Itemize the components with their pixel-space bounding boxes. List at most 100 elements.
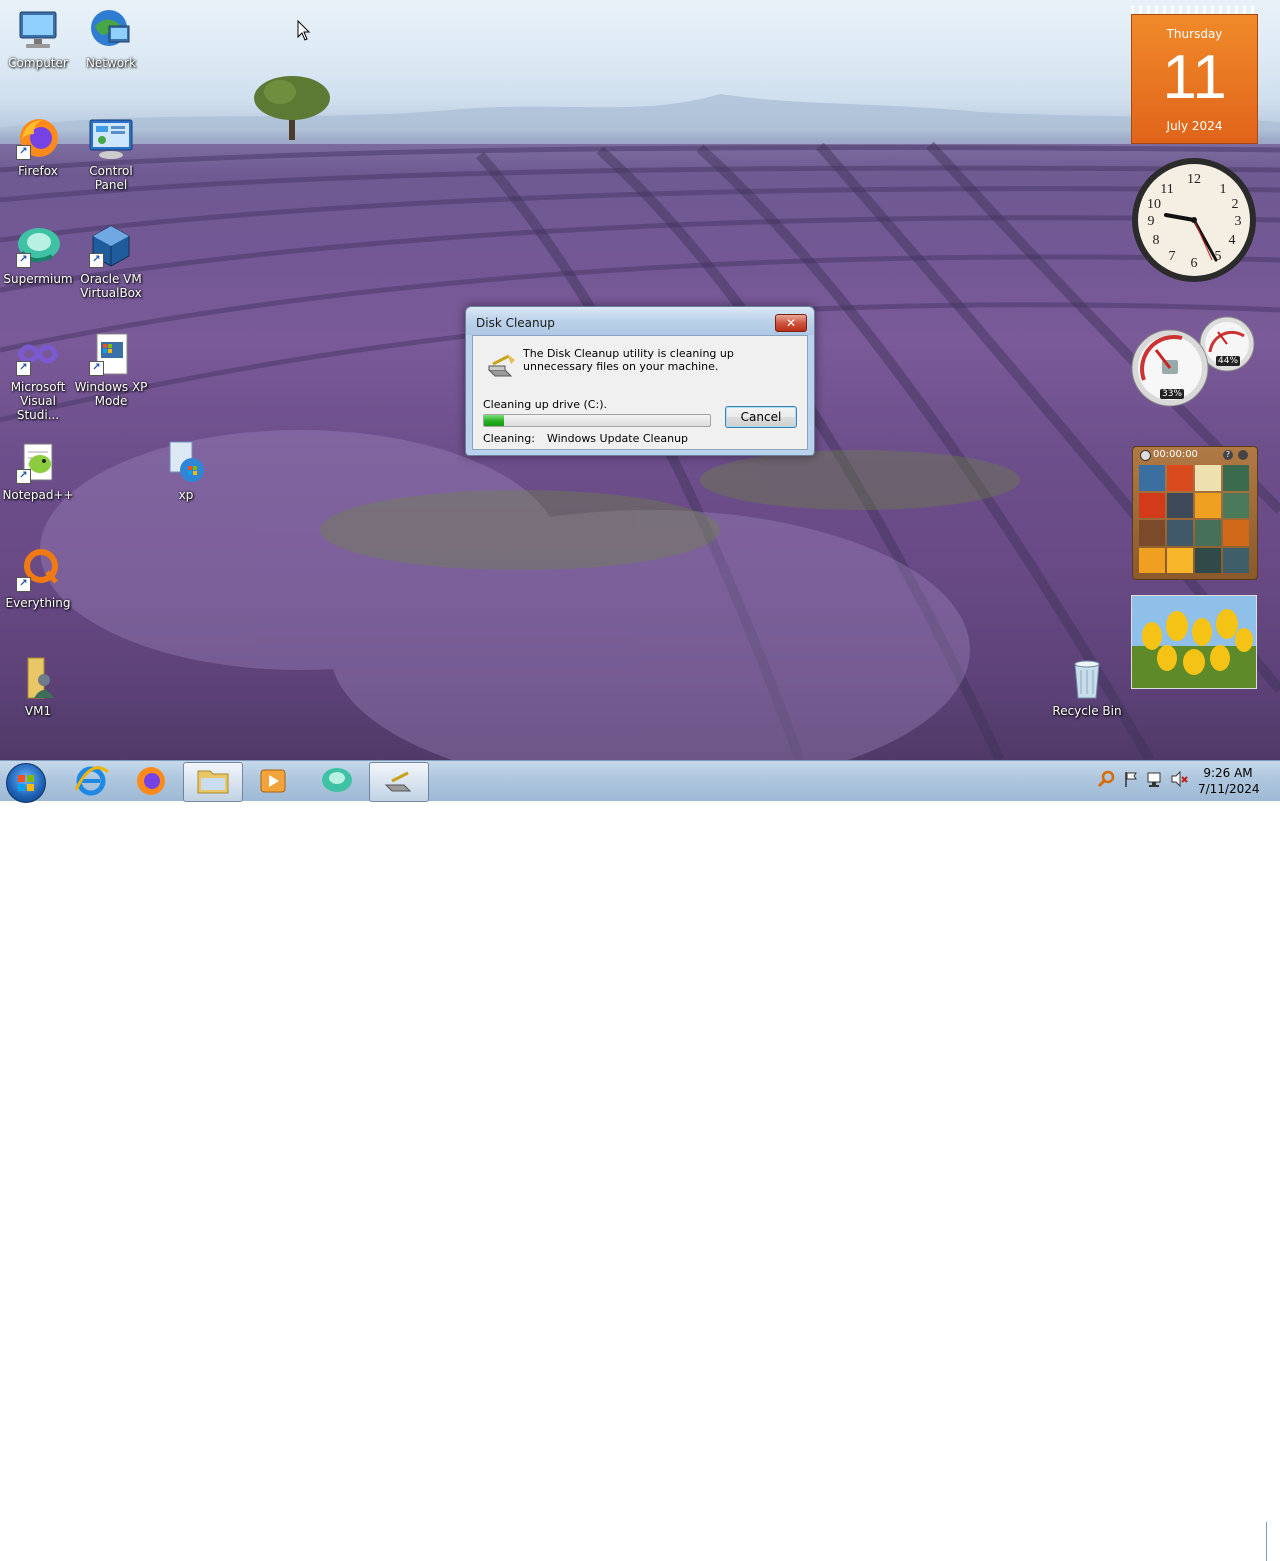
progress-fill xyxy=(484,415,505,426)
action-center-flag-icon[interactable] xyxy=(1121,769,1141,789)
svg-text:2: 2 xyxy=(1232,197,1239,212)
desktop-icon-label: xp xyxy=(178,488,194,502)
taskbar-clock-date[interactable]: 7/11/2024 xyxy=(1198,782,1260,796)
desktop-icon-label: Control Panel xyxy=(89,164,133,192)
desktop-icon-label: Network xyxy=(85,56,137,70)
shortcut-arrow-icon: ↗ xyxy=(16,577,31,592)
desktop-icon-control-panel[interactable]: Control Panel xyxy=(73,114,149,192)
svg-text:1: 1 xyxy=(1220,182,1227,197)
cancel-button[interactable]: Cancel xyxy=(725,406,797,428)
svg-text:6: 6 xyxy=(1191,256,1198,271)
taskbar-internet-explorer[interactable] xyxy=(62,762,120,800)
cpu-meter-gadget[interactable]: 33% 44% xyxy=(1130,316,1258,408)
show-desktop-button[interactable] xyxy=(1266,1522,1280,1561)
puzzle-help-icon[interactable]: ? xyxy=(1223,450,1233,460)
computer-icon xyxy=(14,6,62,54)
svg-text:8: 8 xyxy=(1153,233,1160,248)
mouse-cursor-icon xyxy=(297,20,311,41)
taskbar[interactable] xyxy=(0,760,1280,1561)
svg-text:3: 3 xyxy=(1235,214,1242,229)
desktop-icon-label: Firefox xyxy=(18,164,58,178)
windows-logo-icon xyxy=(18,775,34,791)
desktop-icon-visual-studio[interactable]: ↗ Microsoft Visual Studi... xyxy=(0,330,76,422)
cleanup-progress-bar xyxy=(483,414,711,427)
cpu-usage-label: 33% xyxy=(1160,389,1185,399)
recycle-bin-icon xyxy=(1063,654,1111,702)
search-tray-icon[interactable] xyxy=(1097,769,1117,789)
desktop-icon-vm1[interactable]: VM1 xyxy=(0,654,76,718)
taskbar-file-explorer[interactable] xyxy=(183,762,243,802)
xp-vm-icon xyxy=(162,438,210,486)
taskbar-firefox[interactable] xyxy=(122,762,180,800)
notepadpp-icon: ↗ xyxy=(14,438,62,486)
desktop-icon-notepadpp[interactable]: ↗ Notepad++ xyxy=(0,438,76,502)
dialog-titlebar[interactable]: Disk Cleanup ✕ xyxy=(466,307,814,335)
disk-cleanup-icon xyxy=(487,354,515,377)
folder-icon xyxy=(197,770,229,794)
everything-icon: ↗ xyxy=(14,546,62,594)
visual-studio-icon: ↗ xyxy=(14,330,62,378)
desktop-icon-label: Notepad++ xyxy=(2,488,74,502)
desktop-icon-network[interactable]: Network xyxy=(73,6,149,70)
folder-user-icon xyxy=(14,654,62,702)
supermium-icon: ↗ xyxy=(14,222,62,270)
svg-text:7: 7 xyxy=(1169,249,1176,264)
firefox-icon xyxy=(137,767,165,795)
desktop-icon-label: Everything xyxy=(5,596,71,610)
shortcut-arrow-icon: ↗ xyxy=(16,469,31,484)
volume-muted-icon[interactable] xyxy=(1169,769,1189,789)
calendar-weekday: Thursday xyxy=(1166,27,1223,41)
calendar-day: 11 xyxy=(1162,43,1227,112)
disk-cleanup-icon xyxy=(384,771,412,792)
desktop-icon-virtualbox[interactable]: ↗ Oracle VM VirtualBox xyxy=(73,222,149,300)
control-panel-icon xyxy=(87,114,135,162)
desktop-icon-everything[interactable]: ↗ Everything xyxy=(0,546,76,610)
internet-explorer-icon xyxy=(74,766,109,796)
desktop-icon-label: Recycle Bin xyxy=(1052,704,1122,718)
desktop-icon-xp[interactable]: xp xyxy=(148,438,224,502)
svg-text:12: 12 xyxy=(1187,172,1201,187)
network-icon xyxy=(87,6,135,54)
puzzle-grid[interactable] xyxy=(1139,465,1249,573)
taskbar-disk-cleanup[interactable] xyxy=(369,762,429,802)
firefox-icon: ↗ xyxy=(14,114,62,162)
xp-mode-icon: ↗ xyxy=(87,330,135,378)
taskbar-clock-time[interactable]: 9:26 AM xyxy=(1198,766,1258,780)
cleaning-status: Cleaning: Windows Update Cleanup xyxy=(483,432,688,445)
puzzle-timer: 00:00:00 xyxy=(1153,449,1198,460)
dialog-message: The Disk Cleanup utility is cleaning up … xyxy=(523,347,734,373)
desktop-icon-xp-mode[interactable]: ↗ Windows XP Mode xyxy=(73,330,149,408)
desktop-icon-label: VM1 xyxy=(24,704,52,718)
disk-cleanup-dialog[interactable]: Disk Cleanup ✕ The Disk Cleanup utility … xyxy=(465,306,815,456)
shortcut-arrow-icon: ↗ xyxy=(89,361,104,376)
svg-text:9: 9 xyxy=(1148,214,1155,229)
calendar-gadget[interactable]: Thursday 11 July 2024 xyxy=(1131,6,1258,144)
start-button[interactable] xyxy=(6,763,46,803)
cleaning-label: Cleaning: xyxy=(483,432,535,445)
memory-usage-label: 44% xyxy=(1216,356,1241,366)
desktop-icon-label: Windows XP Mode xyxy=(74,380,148,408)
slideshow-gadget[interactable] xyxy=(1131,595,1257,689)
desktop-icon-label: Oracle VM VirtualBox xyxy=(80,272,142,300)
wallpaper-tree xyxy=(254,76,330,140)
cleaning-item: Windows Update Cleanup xyxy=(546,432,689,445)
taskbar-supermium[interactable] xyxy=(308,762,366,800)
desktop-icon-supermium[interactable]: ↗ Supermium xyxy=(0,222,76,286)
shortcut-arrow-icon: ↗ xyxy=(16,145,31,160)
desktop-icon-firefox[interactable]: ↗ Firefox xyxy=(0,114,76,178)
dialog-title: Disk Cleanup xyxy=(476,316,555,330)
network-tray-icon[interactable] xyxy=(1145,769,1165,789)
virtualbox-icon: ↗ xyxy=(87,222,135,270)
clock-gadget[interactable]: 12123 4567 891011 xyxy=(1130,156,1258,284)
desktop-icon-computer[interactable]: Computer xyxy=(0,6,76,70)
taskbar-media-player[interactable] xyxy=(244,762,302,800)
puzzle-shuffle-icon[interactable] xyxy=(1238,450,1248,460)
close-button[interactable]: ✕ xyxy=(775,314,807,332)
desktop-icon-recycle-bin[interactable]: Recycle Bin xyxy=(1049,654,1125,718)
shortcut-arrow-icon: ↗ xyxy=(89,253,104,268)
supermium-icon xyxy=(322,768,352,792)
svg-text:11: 11 xyxy=(1160,182,1173,197)
desktop-icon-label: Computer xyxy=(8,56,68,70)
desktop-icon-label: Microsoft Visual Studi... xyxy=(10,380,66,422)
picture-puzzle-gadget[interactable]: 00:00:00 ? xyxy=(1132,446,1258,580)
